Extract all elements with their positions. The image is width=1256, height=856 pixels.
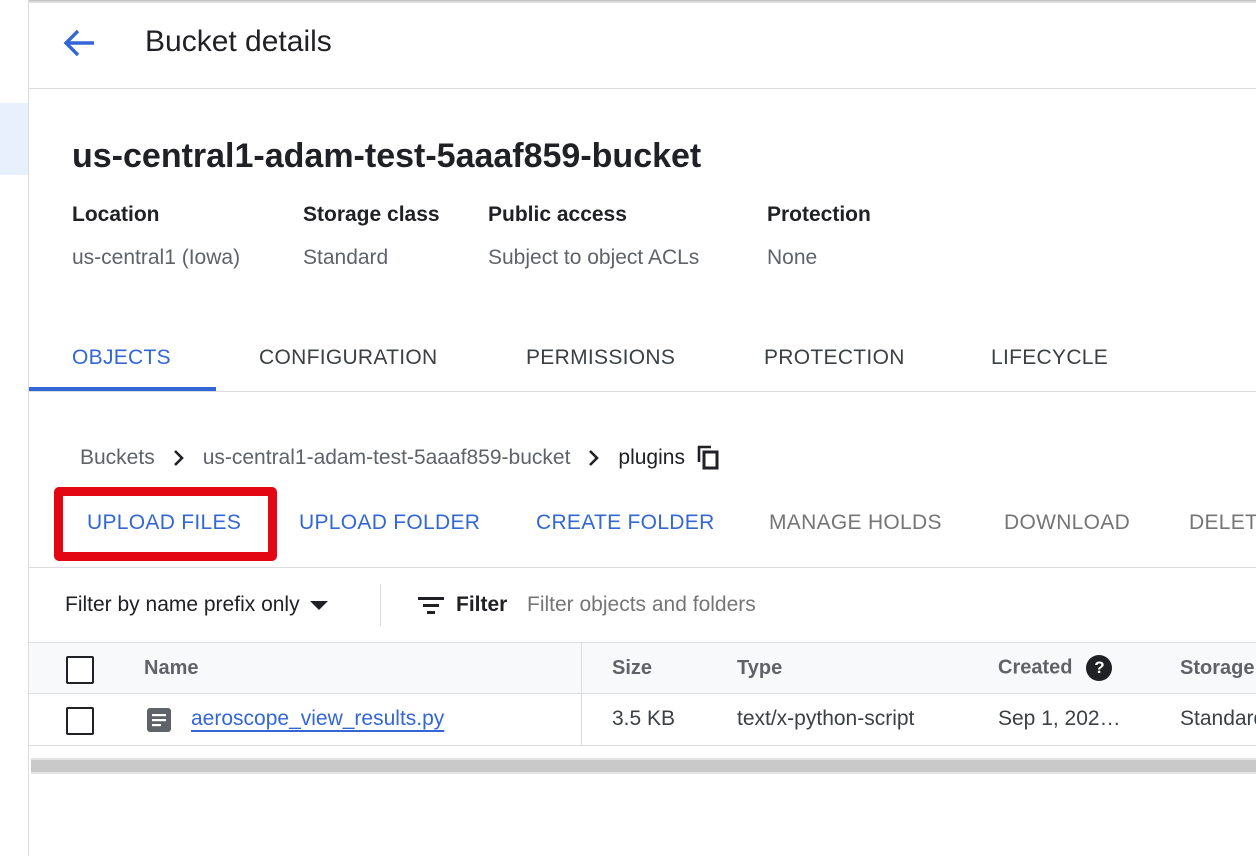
storage-class-value: Standard: [303, 246, 389, 269]
filter-mode-label: Filter by name prefix only: [65, 593, 300, 616]
breadcrumb-buckets[interactable]: Buckets: [80, 446, 155, 470]
upload-folder-button[interactable]: UPLOAD FOLDER: [299, 511, 480, 535]
filter-list-icon: [418, 597, 444, 614]
bucket-name: us-central1-adam-test-5aaaf859-bucket: [72, 137, 702, 175]
tab-lifecycle[interactable]: LIFECYCLE: [991, 346, 1108, 370]
table-row: aeroscope_view_results.py 3.5 KB text/x-…: [29, 694, 1256, 746]
column-header-created-label: Created: [998, 656, 1073, 679]
back-button[interactable]: [59, 23, 99, 63]
help-icon[interactable]: ?: [1086, 655, 1113, 681]
page-title: Bucket details: [145, 25, 332, 58]
copy-icon: [697, 445, 719, 470]
file-created: Sep 1, 202…: [998, 707, 1121, 730]
filter-input[interactable]: [527, 586, 1167, 624]
upload-files-button[interactable]: UPLOAD FILES: [87, 511, 241, 535]
dropdown-arrow-icon: [309, 600, 328, 610]
column-resize-handle[interactable]: [581, 643, 582, 693]
tab-configuration[interactable]: CONFIGURATION: [259, 346, 438, 370]
breadcrumb-bucket[interactable]: us-central1-adam-test-5aaaf859-bucket: [203, 446, 571, 470]
page-header: Bucket details: [29, 3, 1256, 89]
chevron-right-icon: [588, 449, 600, 467]
arrow-back-icon: [63, 29, 94, 57]
divider: [380, 584, 381, 626]
file-name-link[interactable]: aeroscope_view_results.py: [191, 707, 444, 731]
copy-path-button[interactable]: [697, 445, 721, 471]
tab-permissions[interactable]: PERMISSIONS: [526, 346, 675, 370]
column-header-size[interactable]: Size: [612, 657, 652, 680]
horizontal-scrollbar[interactable]: [31, 758, 1256, 774]
column-header-type[interactable]: Type: [737, 657, 782, 680]
tab-objects[interactable]: OBJECTS: [72, 346, 171, 370]
column-divider: [581, 694, 582, 745]
table-header: Name Size Type Created? Storage class: [29, 642, 1256, 694]
delete-button[interactable]: DELETE: [1189, 511, 1256, 535]
location-label: Location: [72, 203, 160, 226]
download-button[interactable]: DOWNLOAD: [1004, 511, 1130, 535]
file-type: text/x-python-script: [737, 707, 915, 730]
breadcrumb-current-folder: plugins: [618, 446, 685, 469]
select-all-checkbox[interactable]: [66, 656, 94, 684]
file-storage-class: Standard: [1180, 707, 1256, 730]
filter-bar: Filter by name prefix only Filter: [29, 567, 1256, 642]
filter-mode-select[interactable]: Filter by name prefix only: [65, 593, 328, 617]
public-access-label: Public access: [488, 203, 627, 226]
manage-holds-button[interactable]: MANAGE HOLDS: [769, 511, 942, 535]
column-header-created[interactable]: Created?: [998, 655, 1113, 681]
left-nav-active-item[interactable]: [0, 103, 28, 175]
file-icon: [146, 707, 172, 738]
protection-value: None: [767, 246, 818, 269]
tab-bar: OBJECTS CONFIGURATION PERMISSIONS PROTEC…: [29, 330, 1256, 392]
location-value: us-central1 (Iowa): [72, 246, 241, 269]
breadcrumb: Buckets us-central1-adam-test-5aaaf859-b…: [80, 444, 721, 472]
tab-protection[interactable]: PROTECTION: [764, 346, 905, 370]
public-access-value: Subject to object ACLs: [488, 246, 700, 269]
column-header-storage-class[interactable]: Storage class: [1180, 657, 1256, 680]
filter-button[interactable]: Filter: [418, 593, 507, 617]
filter-label: Filter: [456, 593, 508, 616]
create-folder-button[interactable]: CREATE FOLDER: [536, 511, 715, 535]
chevron-right-icon: [173, 449, 185, 467]
active-tab-indicator: [29, 387, 216, 391]
row-checkbox[interactable]: [66, 707, 94, 735]
left-nav-rail: [0, 0, 29, 856]
protection-label: Protection: [767, 203, 871, 226]
column-header-name[interactable]: Name: [144, 657, 198, 680]
file-size: 3.5 KB: [612, 707, 676, 730]
storage-class-label: Storage class: [303, 203, 440, 226]
